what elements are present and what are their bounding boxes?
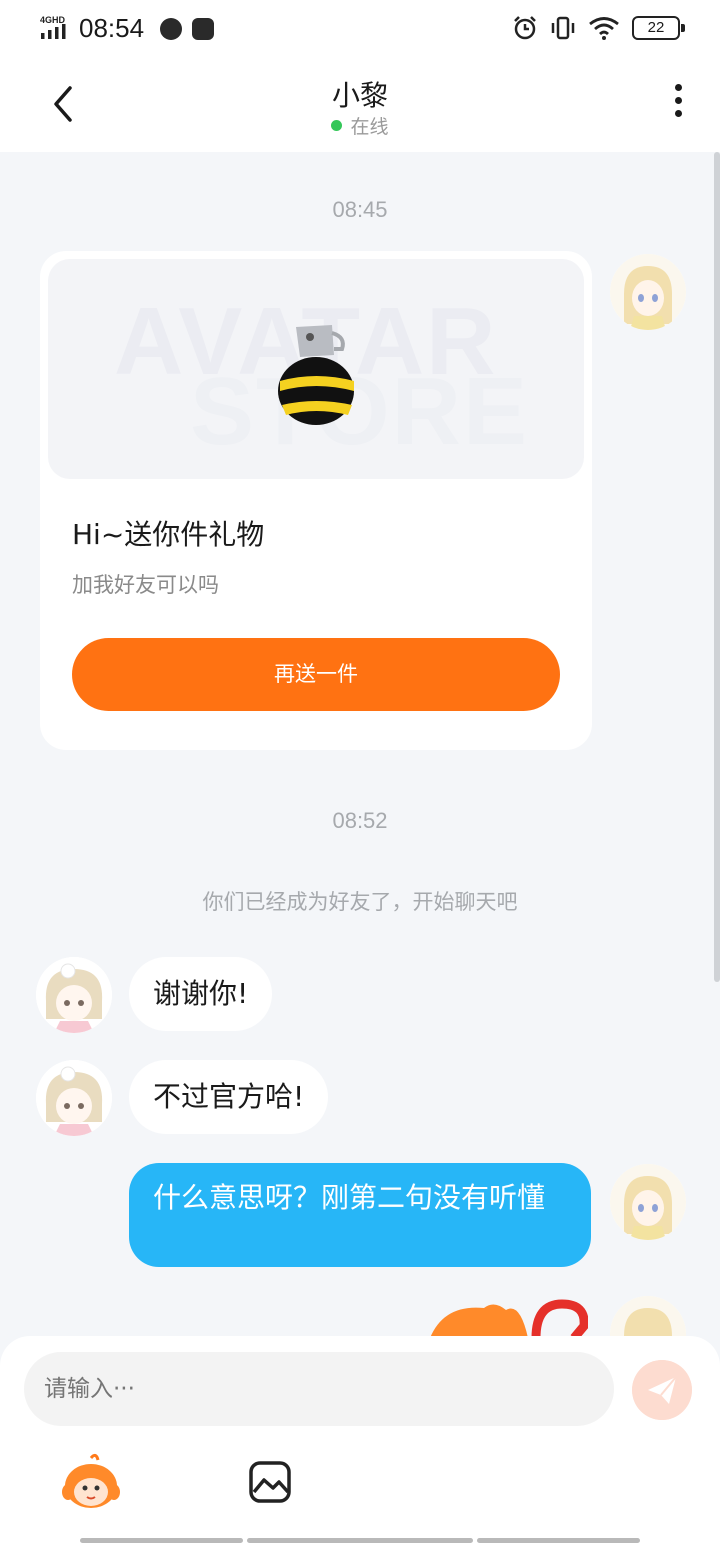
self-avatar[interactable] [610,1296,686,1336]
gift-card[interactable]: AVATAR STORE Hi~送你件礼物 加我好友可以吗 再送一件 [40,251,592,750]
gift-item-image [278,325,354,425]
timestamp: 08:45 [332,197,388,222]
home-indicator [80,1538,243,1543]
wifi-icon [589,17,619,40]
status-bar: 4GHD 08:54 22 [0,0,720,56]
chat-header: 小黎 在线 [0,56,720,152]
outgoing-message-bubble[interactable]: 什么意思呀？刚第二句没有听懂 [129,1163,591,1267]
incoming-message-bubble[interactable]: 谢谢你! [129,957,273,1031]
mascot-sticker-icon[interactable] [60,1452,122,1514]
message-input[interactable] [24,1352,614,1426]
more-options-button[interactable] [672,84,684,124]
alarm-icon [514,16,536,40]
self-avatar[interactable] [610,254,686,330]
home-indicator [247,1538,473,1543]
gift-subtitle: 加我好友可以吗 [72,573,219,597]
scrollbar[interactable] [714,152,720,982]
signal-icon: 4GHD [40,15,66,39]
contact-avatar[interactable] [36,957,112,1033]
status-right: 22 [512,14,685,42]
online-status: 在线 [0,112,720,139]
contact-name: 小黎 [331,79,388,112]
vibrate-icon [551,16,575,40]
svg-text:4GHD: 4GHD [40,15,66,25]
battery-indicator: 22 [632,16,685,40]
timestamp: 08:52 [332,808,388,833]
send-another-gift-button[interactable]: 再送一件 [72,638,560,711]
home-indicator [477,1538,640,1543]
image-icon[interactable] [248,1460,292,1504]
contact-avatar[interactable] [36,1060,112,1136]
status-time: 08:54 [79,13,145,43]
gift-title: Hi~送你件礼物 [72,518,265,551]
send-button[interactable] [632,1360,692,1420]
system-notice: 你们已经成为好友了，开始聊天吧 [202,890,518,914]
composer-panel [0,1336,720,1544]
sticker-message[interactable] [424,1298,588,1338]
incoming-message-bubble[interactable]: 不过官方哈! [129,1060,329,1134]
online-dot-icon [331,120,343,131]
compass-app-icon [160,18,182,40]
gift-banner: AVATAR STORE [48,259,584,479]
self-avatar[interactable] [610,1164,686,1240]
player-app-icon [192,18,214,40]
